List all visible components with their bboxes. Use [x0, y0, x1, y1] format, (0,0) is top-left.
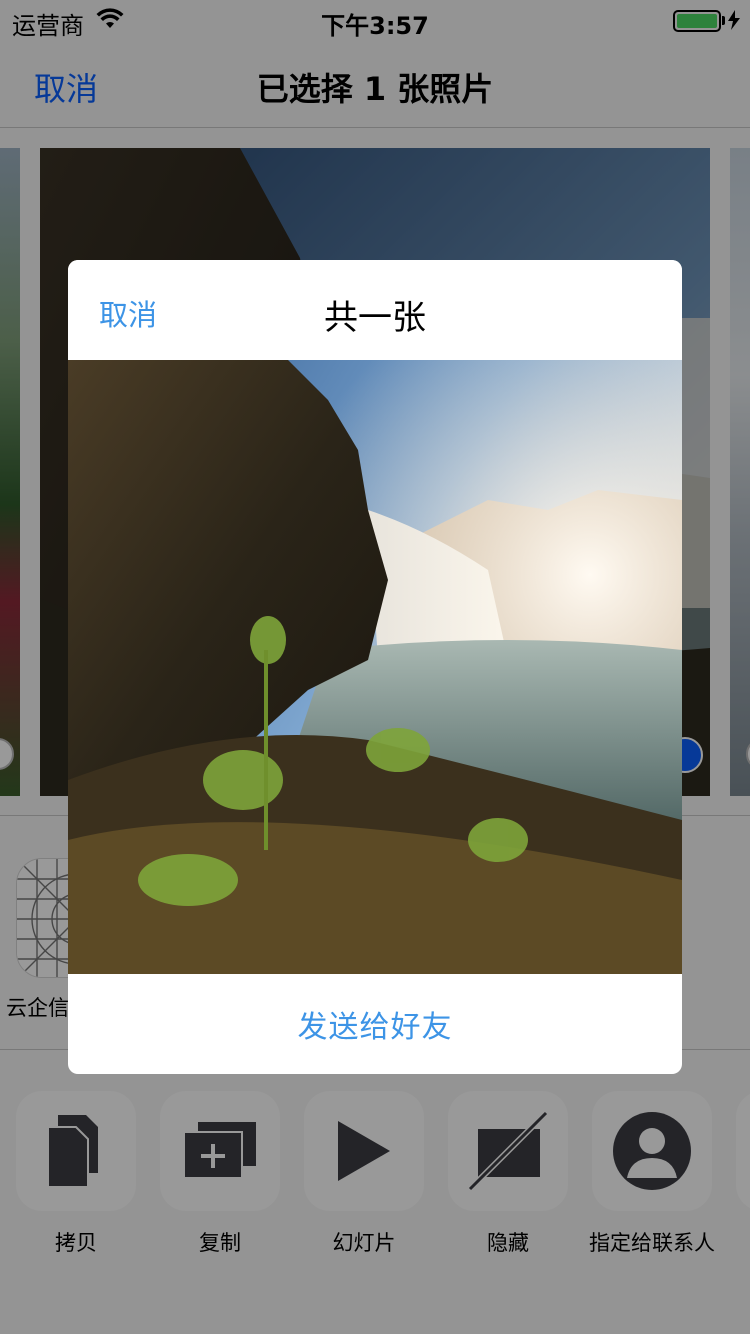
share-screen: 运营商 下午3:57 取消 已选择 1 张照片 云企信 拷贝 复制 幻灯片 隐藏… [0, 0, 750, 1334]
dialog-photo [68, 360, 682, 974]
dialog-footer: 发送给好友 [68, 974, 682, 1074]
dialog-title: 共一张 [324, 298, 426, 338]
dialog-header: 取消 共一张 [68, 260, 682, 360]
send-to-friend-button[interactable]: 发送给好友 [298, 1002, 453, 1046]
waterfall-photo-preview [68, 360, 682, 974]
send-dialog: 取消 共一张 发送给好友 [68, 260, 682, 1074]
